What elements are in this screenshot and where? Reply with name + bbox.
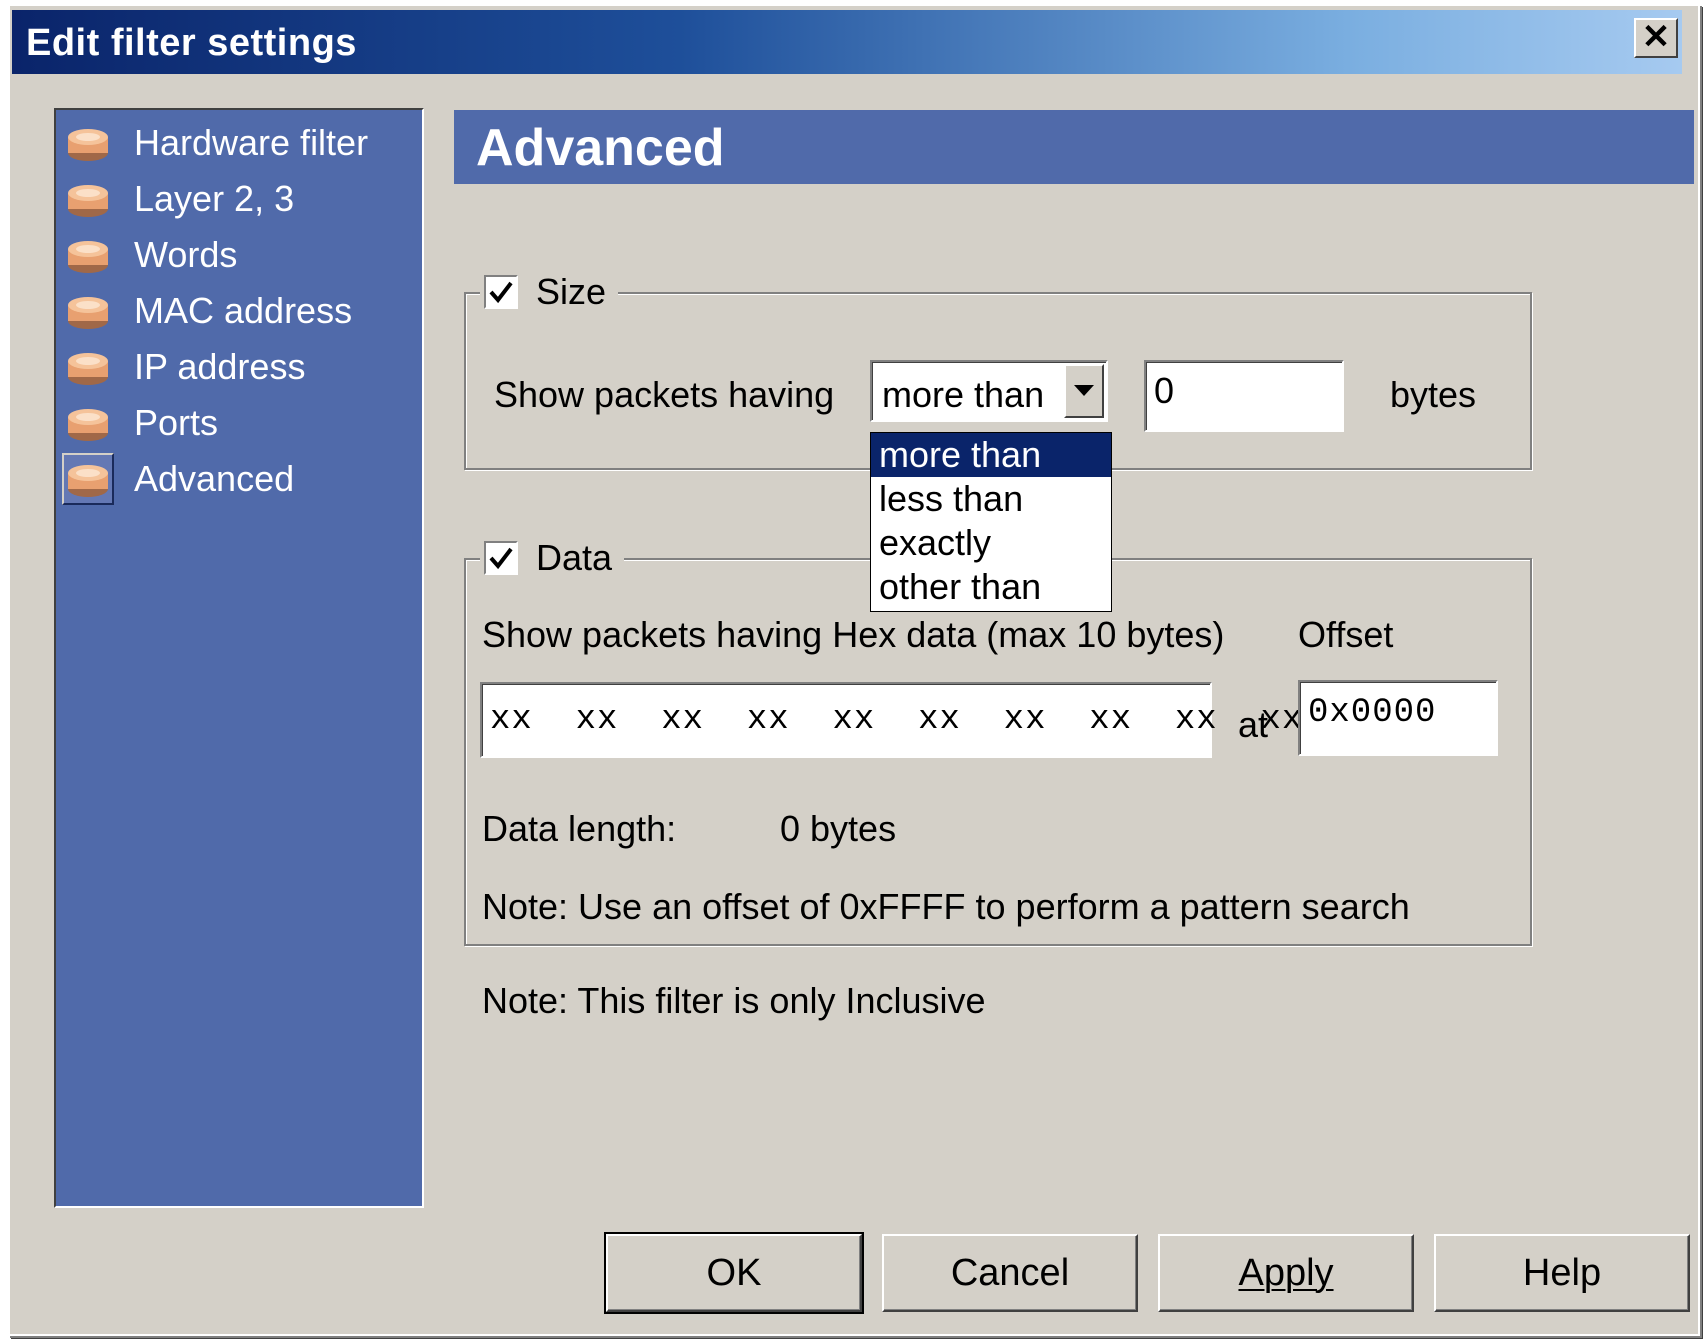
title-bar[interactable]: Edit filter settings ✕ xyxy=(12,10,1682,74)
size-bytes-input[interactable]: 0 xyxy=(1144,360,1344,432)
dialog-title: Edit filter settings xyxy=(26,22,357,64)
filter-category-icon xyxy=(62,117,114,169)
at-label: at xyxy=(1238,704,1269,745)
close-icon: ✕ xyxy=(1641,18,1671,56)
dropdown-option-exactly[interactable]: exactly xyxy=(871,521,1111,565)
offset-label: Offset xyxy=(1298,614,1394,655)
size-legend: Size xyxy=(480,264,619,320)
size-comparison-dropdown-list: more than less than exactly other than xyxy=(870,432,1112,612)
filter-category-icon xyxy=(62,341,114,393)
ok-button[interactable]: OK xyxy=(604,1232,864,1314)
pattern-search-note: Note: Use an offset of 0xFFFF to perform… xyxy=(482,886,1410,927)
sidebar-item-label: Hardware filter xyxy=(134,122,369,163)
sidebar-item-hardware-filter[interactable]: Hardware filter xyxy=(62,114,402,172)
close-button[interactable]: ✕ xyxy=(1634,18,1678,58)
sidebar-item-ports[interactable]: Ports xyxy=(62,394,402,452)
offset-input[interactable]: 0x0000 xyxy=(1298,680,1498,756)
filter-category-sidebar: Hardware filter Layer 2, 3 Words MAC add… xyxy=(54,108,424,1208)
size-comparison-select[interactable]: more than xyxy=(870,360,1108,422)
help-button-label: Help xyxy=(1522,1251,1602,1294)
page-header: Advanced xyxy=(454,110,1694,184)
filter-category-icon xyxy=(62,453,114,505)
sidebar-item-ip-address[interactable]: IP address xyxy=(62,338,402,396)
inclusive-note: Note: This filter is only Inclusive xyxy=(482,980,986,1021)
ok-button-label: OK xyxy=(706,1251,762,1294)
sidebar-item-layer-2-3[interactable]: Layer 2, 3 xyxy=(62,170,402,228)
size-bytes-value: 0 xyxy=(1154,370,1175,411)
page-title: Advanced xyxy=(476,119,725,177)
chevron-down-icon xyxy=(1074,385,1094,396)
size-checkbox[interactable] xyxy=(484,275,518,309)
sidebar-item-label: Ports xyxy=(134,402,219,443)
data-length-value: 0 bytes xyxy=(780,808,897,849)
dropdown-option-less-than[interactable]: less than xyxy=(871,477,1111,521)
sidebar-item-label: MAC address xyxy=(134,290,353,331)
filter-category-icon xyxy=(62,229,114,281)
sidebar-item-advanced[interactable]: Advanced xyxy=(62,450,402,508)
sidebar-item-label: Words xyxy=(134,234,238,275)
data-label: Data xyxy=(536,537,613,578)
dropdown-option-other-than[interactable]: other than xyxy=(871,565,1111,609)
cancel-button[interactable]: Cancel xyxy=(882,1234,1138,1312)
size-label: Size xyxy=(536,271,607,312)
sidebar-item-label: IP address xyxy=(134,346,306,387)
offset-value: 0x0000 xyxy=(1308,694,1437,732)
apply-button-label: Apply xyxy=(1238,1251,1334,1294)
hex-data-label: Show packets having Hex data (max 10 byt… xyxy=(482,614,1225,655)
sidebar-item-label: Layer 2, 3 xyxy=(134,178,295,219)
data-length-label: Data length: xyxy=(482,808,677,849)
size-comparison-value: more than xyxy=(882,374,1045,415)
cancel-button-label: Cancel xyxy=(950,1251,1070,1294)
filter-category-icon xyxy=(62,397,114,449)
filter-category-icon xyxy=(62,285,114,337)
checkmark-icon xyxy=(489,547,513,570)
data-legend: Data xyxy=(480,530,625,586)
sidebar-item-words[interactable]: Words xyxy=(62,226,402,284)
bytes-unit-label: bytes xyxy=(1390,374,1477,415)
hex-data-input[interactable]: xx xx xx xx xx xx xx xx xx xx xyxy=(480,682,1302,758)
dropdown-option-more-than[interactable]: more than xyxy=(871,433,1111,477)
show-packets-label: Show packets having xyxy=(494,374,835,415)
filter-category-icon xyxy=(62,173,114,225)
apply-button[interactable]: Apply xyxy=(1158,1234,1414,1312)
data-checkbox[interactable] xyxy=(484,541,518,575)
sidebar-item-mac-address[interactable]: MAC address xyxy=(62,282,402,340)
sidebar-item-label: Advanced xyxy=(134,458,295,499)
help-button[interactable]: Help xyxy=(1434,1234,1690,1312)
checkmark-icon xyxy=(489,281,513,304)
hex-data-value: xx xx xx xx xx xx xx xx xx xx xyxy=(490,701,1304,739)
dropdown-arrow-button[interactable] xyxy=(1064,364,1104,418)
